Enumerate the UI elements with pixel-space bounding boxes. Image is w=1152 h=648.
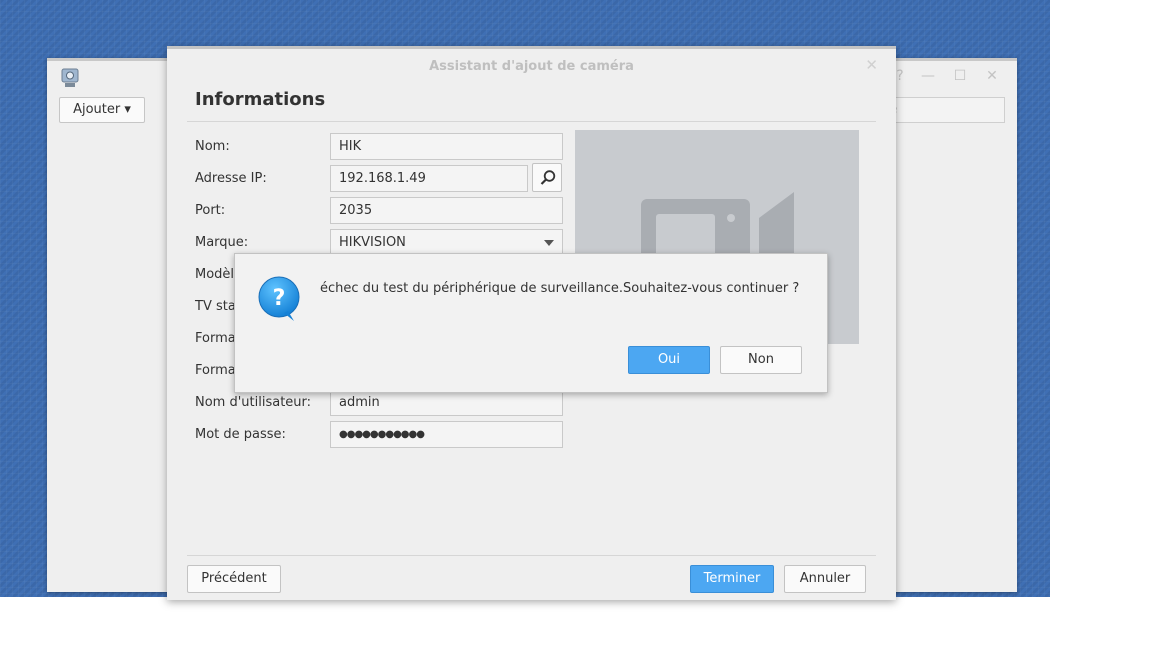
- brand-label: Marque:: [195, 235, 249, 250]
- name-label: Nom:: [195, 139, 230, 154]
- brand-select[interactable]: HIKVISION: [330, 229, 563, 256]
- username-label: Nom d'utilisateur:: [195, 395, 312, 410]
- wizard-close-icon[interactable]: ✕: [865, 56, 878, 74]
- finish-button[interactable]: Terminer: [690, 565, 774, 593]
- search-device-button[interactable]: [532, 163, 562, 192]
- tv-standard-label: TV sta: [195, 299, 236, 314]
- format-label-2: Forma: [195, 363, 236, 378]
- cancel-button[interactable]: Annuler: [784, 565, 866, 593]
- footer-divider: [187, 555, 876, 556]
- magnifier-icon: [540, 170, 556, 185]
- no-button[interactable]: Non: [720, 346, 802, 374]
- name-field[interactable]: HIK: [330, 133, 563, 160]
- page-title: Informations: [195, 89, 326, 110]
- username-field[interactable]: admin: [330, 389, 563, 416]
- dialog-message: échec du test du périphérique de surveil…: [320, 281, 800, 296]
- ip-address-field[interactable]: 192.168.1.49: [330, 165, 528, 192]
- port-label: Port:: [195, 203, 226, 218]
- search-input[interactable]: e: [883, 97, 1005, 123]
- divider: [187, 121, 876, 122]
- svg-text:?: ?: [273, 286, 286, 311]
- confirm-dialog: ? échec du test du périphérique de surve…: [234, 253, 828, 393]
- add-button[interactable]: Ajouter ▾: [59, 97, 145, 123]
- close-icon[interactable]: ✕: [983, 67, 1001, 85]
- maximize-icon[interactable]: ☐: [951, 67, 969, 85]
- port-field[interactable]: 2035: [330, 197, 563, 224]
- chevron-down-icon: [544, 240, 554, 246]
- ip-label: Adresse IP:: [195, 171, 267, 186]
- minimize-icon[interactable]: —: [919, 67, 937, 85]
- password-field[interactable]: ●●●●●●●●●●●: [330, 421, 563, 448]
- previous-button[interactable]: Précédent: [187, 565, 281, 593]
- wizard-title: Assistant d'ajout de caméra: [429, 59, 634, 74]
- format-label-1: Forma: [195, 331, 236, 346]
- password-label: Mot de passe:: [195, 427, 286, 442]
- brand-value: HIKVISION: [339, 235, 406, 250]
- yes-button[interactable]: Oui: [628, 346, 710, 374]
- question-icon: ?: [258, 276, 300, 321]
- camera-app-icon: [61, 68, 79, 88]
